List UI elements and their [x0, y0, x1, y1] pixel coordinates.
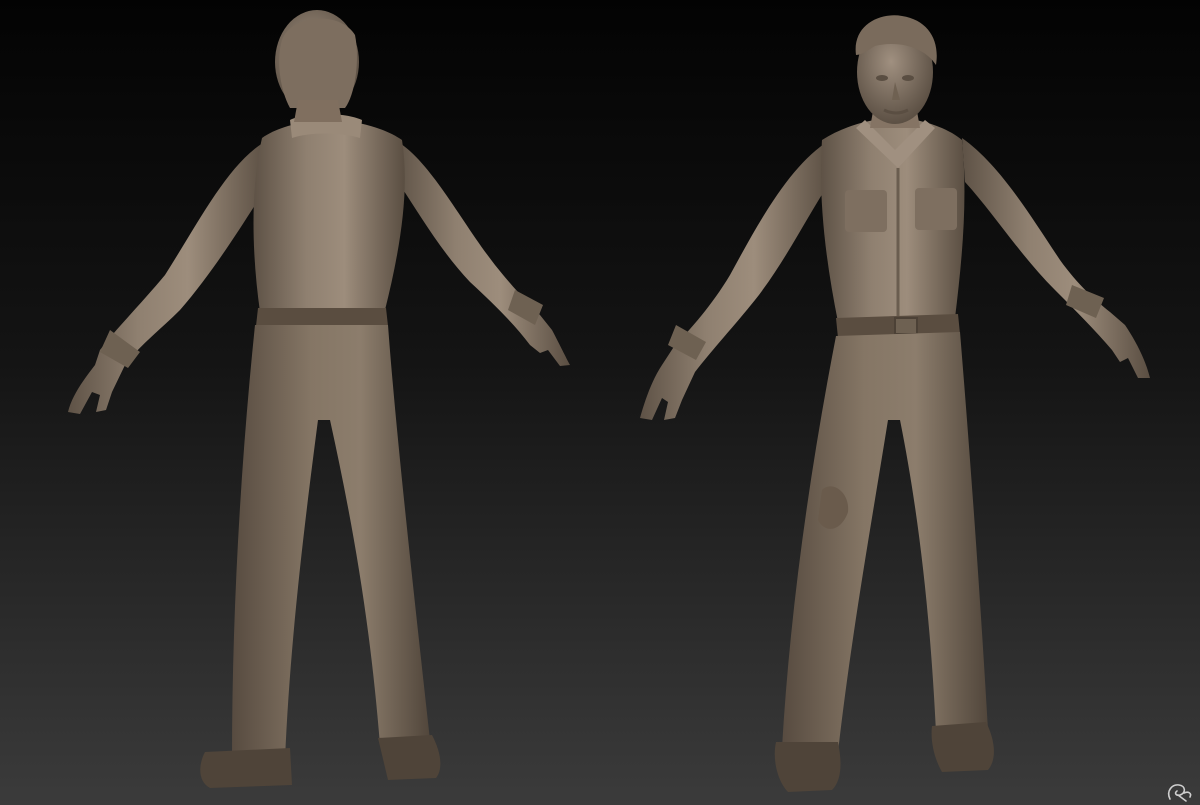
render-viewport — [0, 0, 1200, 805]
artist-signature-icon — [1167, 784, 1192, 802]
front-view — [640, 15, 1150, 792]
